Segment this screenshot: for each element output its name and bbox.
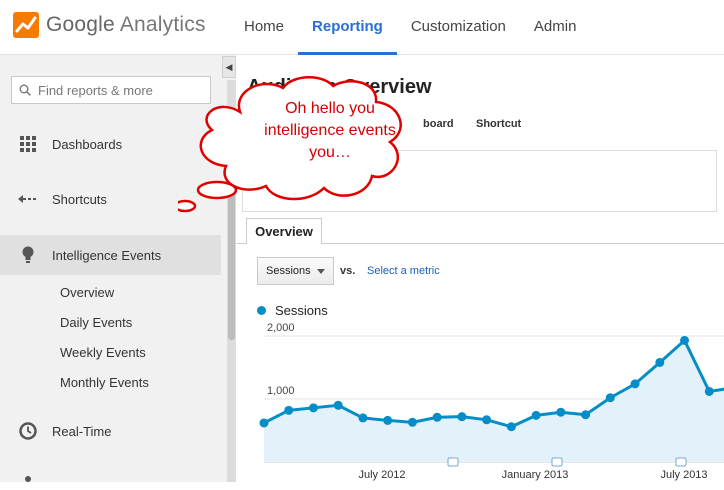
brand-product: Analytics [119,13,206,36]
sidebar-item-label: Intelligence Events [52,247,162,263]
sidebar-item-label: Shortcuts [52,191,107,207]
legend-swatch [257,306,266,315]
data-point[interactable] [333,400,343,410]
shortcut-button[interactable]: Shortcut [476,118,521,130]
sidebar-subitem-weekly-events[interactable]: Weekly Events [60,345,146,360]
data-point[interactable] [259,418,269,428]
google-analytics-logo[interactable]: Google Analytics [12,11,206,39]
data-point[interactable] [432,412,442,422]
data-point[interactable] [506,422,516,432]
sidebar-subitem-overview[interactable]: Overview [60,285,114,300]
shortcut-arrow-icon [18,194,38,204]
data-point[interactable] [308,403,318,413]
x-tick-label: July 2012 [358,469,405,481]
chevron-down-icon [317,269,325,274]
sessions-area [264,340,724,462]
sidebar-subitem-daily-events[interactable]: Daily Events [60,315,132,330]
nav-tab-customization[interactable]: Customization [397,0,520,54]
nav-tab-admin[interactable]: Admin [520,0,591,54]
sidebar-item-intelligence-events[interactable]: Intelligence Events [0,235,221,275]
analytics-logo-icon [12,11,40,39]
top-bar: Google Analytics Home Reporting Customiz… [0,0,724,55]
data-point[interactable] [630,379,640,389]
data-point[interactable] [605,393,615,403]
lightbulb-icon [18,246,38,264]
data-point[interactable] [358,413,368,423]
sidebar-item-real-time[interactable]: Real-Time [0,411,221,451]
callout-text: Oh hello you intelligence events you… [250,98,410,164]
clock-icon [18,422,38,440]
nav-tab-reporting[interactable]: Reporting [298,0,397,55]
vs-label: vs. [340,265,356,277]
sidebar-item-label: Real-Time [52,423,112,439]
main-nav: Home Reporting Customization Admin [230,0,591,55]
data-point[interactable] [581,410,591,420]
sidebar-item-label: Dashboards [52,136,123,152]
data-point[interactable] [457,412,467,422]
data-point[interactable] [704,386,714,396]
brand-name: Google Analytics [46,13,206,37]
legend-label: Sessions [275,303,328,318]
data-point[interactable] [383,415,393,425]
sessions-chart: 2,000 1,000 July 2012 January 2013 July 2013 [259,322,724,481]
data-point[interactable] [680,335,690,345]
data-point[interactable] [284,405,294,415]
metric-select-value: Sessions [266,265,311,277]
brand-google: Google [46,13,115,36]
data-point[interactable] [531,410,541,420]
nav-tab-home[interactable]: Home [230,0,298,54]
data-point[interactable] [655,357,665,367]
y-tick-label: 2,000 [267,322,295,334]
data-point[interactable] [556,407,566,417]
x-tick-label: July 2013 [660,469,707,481]
annotation-marker-icon[interactable] [675,457,687,467]
callout-line: you… [309,144,351,161]
sidebar-subitem-monthly-events[interactable]: Monthly Events [60,375,149,390]
select-metric-link[interactable]: Select a metric [367,265,440,277]
y-tick-label: 1,000 [267,385,295,397]
audience-icon [22,472,34,490]
metric-select[interactable]: Sessions [257,257,334,285]
annotation-marker-icon[interactable] [447,457,459,467]
callout-line: intelligence events [264,122,396,139]
data-point[interactable] [407,417,417,427]
search-icon [19,84,31,96]
callout-line: Oh hello you [285,100,375,117]
data-point[interactable] [482,415,492,425]
grid-icon [18,136,38,152]
annotation-marker-icon[interactable] [551,457,563,467]
search-input[interactable] [36,81,200,99]
x-tick-label: January 2013 [502,469,569,481]
